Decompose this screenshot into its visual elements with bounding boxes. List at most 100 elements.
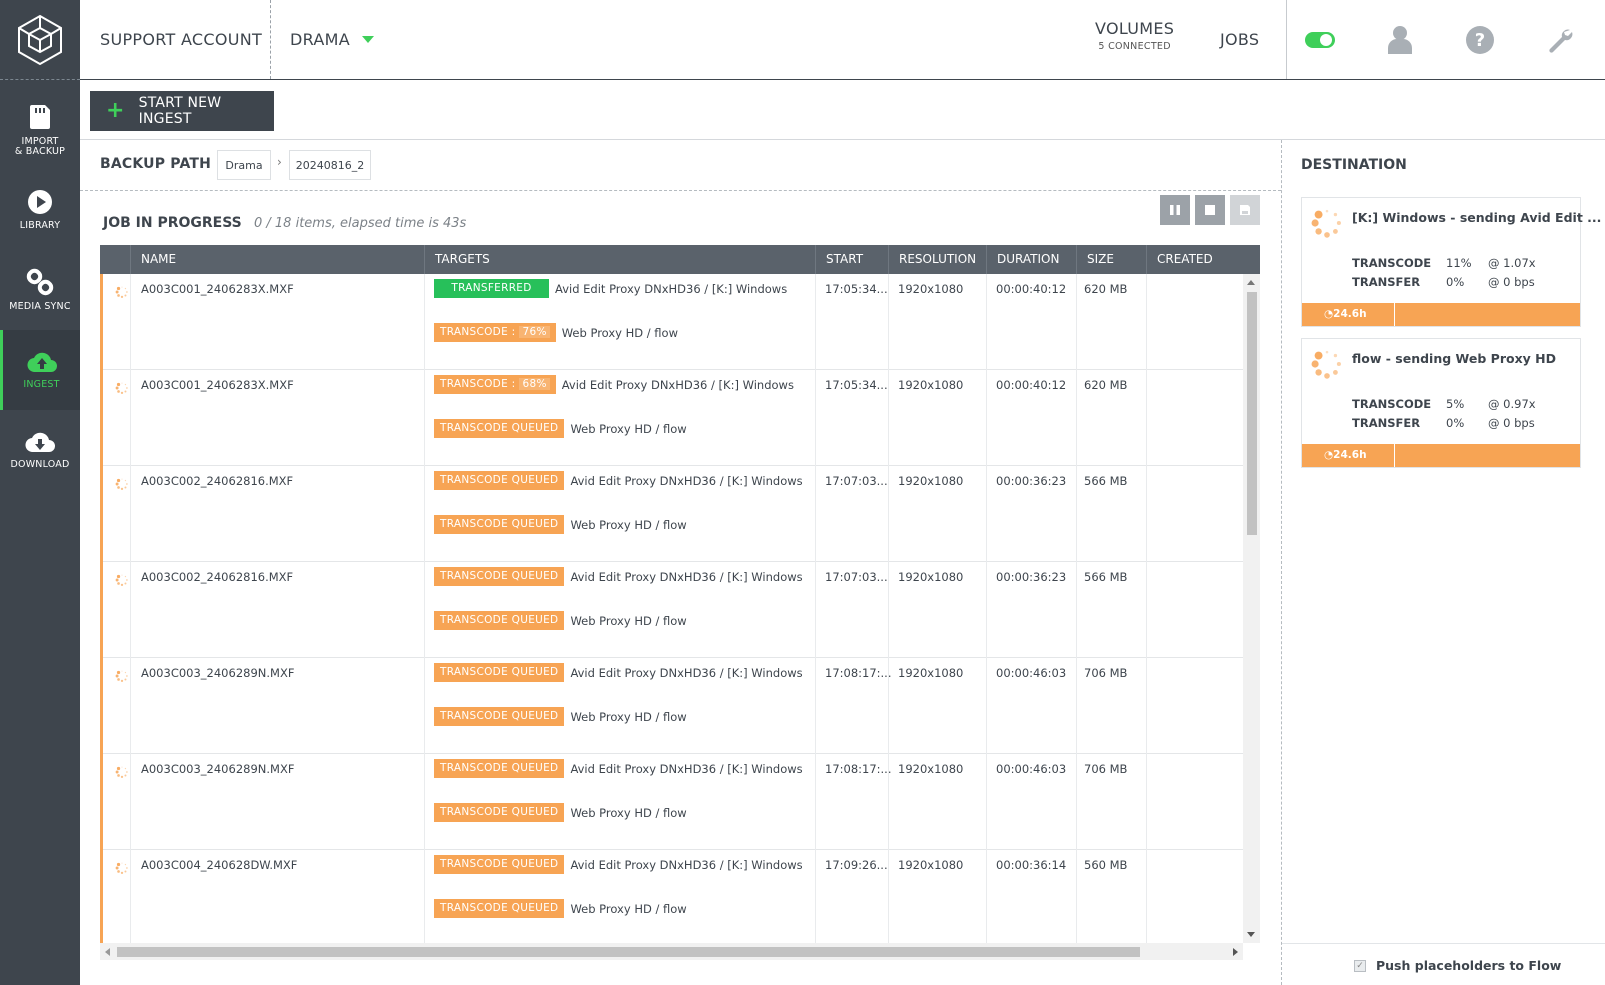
- file-name: A003C003_2406289N.MXF: [141, 762, 295, 776]
- loading-spinner-icon: [115, 286, 128, 299]
- checkbox[interactable]: ✓: [1354, 959, 1366, 972]
- column-divider: [888, 274, 889, 370]
- cell-duration: 00:00:36:23: [996, 474, 1067, 488]
- column-header-created[interactable]: CREATED: [1146, 245, 1260, 274]
- toggle-switch[interactable]: [1302, 22, 1338, 58]
- file-name: A003C001_2406283X.MXF: [141, 282, 294, 296]
- breadcrumb-item[interactable]: 20240816_2: [289, 150, 371, 180]
- badge-text: TRANSCODE QUEUED: [440, 570, 559, 582]
- divider: [1394, 444, 1395, 467]
- nav-download[interactable]: DOWNLOAD: [0, 410, 80, 490]
- scrollbar-thumb[interactable]: [1247, 292, 1257, 535]
- loading-spinner-icon: [115, 670, 128, 683]
- scroll-left-icon[interactable]: [105, 948, 110, 956]
- table-row[interactable]: A003C001_2406283X.MXF TRANSFERRED Avid Edi…: [103, 274, 1243, 370]
- column-divider: [986, 562, 987, 658]
- table-row[interactable]: A003C002_24062816.MXF TRANSCODE QUEUED Avi…: [103, 562, 1243, 658]
- job-table: NAME TARGETS START RESOLUTION DURATION S…: [100, 245, 1260, 963]
- table-row[interactable]: A003C003_2406289N.MXF TRANSCODE QUEUED Avi…: [103, 658, 1243, 754]
- stop-button[interactable]: [1195, 195, 1225, 225]
- target-item: TRANSCODE QUEUED Web Proxy HD / flow: [434, 707, 687, 726]
- scroll-up-icon[interactable]: [1247, 280, 1255, 285]
- cell-size: 706 MB: [1084, 762, 1128, 776]
- column-divider: [1076, 562, 1077, 658]
- app-logo[interactable]: [0, 0, 80, 80]
- pause-icon: [1170, 205, 1180, 215]
- push-placeholders-option[interactable]: ✓ Push placeholders to Flow: [1354, 958, 1561, 973]
- column-divider: [1076, 658, 1077, 754]
- breadcrumb-item[interactable]: Drama: [217, 150, 271, 180]
- column-divider: [986, 370, 987, 466]
- target-label: Avid Edit Proxy DNxHD36 / [K:] Windows: [570, 761, 803, 776]
- table-row[interactable]: A003C004_240628DW.MXF TRANSCODE QUEUED Avi…: [103, 850, 1243, 943]
- divider: [1286, 0, 1287, 79]
- column-header-size[interactable]: SIZE: [1076, 245, 1146, 274]
- nav-library[interactable]: LIBRARY: [0, 170, 80, 250]
- destination-title: DESTINATION: [1301, 157, 1407, 173]
- table-row[interactable]: A003C003_2406289N.MXF TRANSCODE QUEUED Avi…: [103, 754, 1243, 850]
- column-header-resolution[interactable]: RESOLUTION: [888, 245, 986, 274]
- start-new-ingest-button[interactable]: + START NEW INGEST: [90, 91, 274, 131]
- nav-media-sync[interactable]: MEDIA SYNC: [0, 250, 80, 330]
- divider: [1281, 140, 1282, 985]
- target-label: Web Proxy HD / flow: [570, 517, 687, 532]
- column-header-status: [100, 245, 130, 274]
- transcode-percent: 11%: [1446, 256, 1472, 270]
- target-label: Avid Edit Proxy DNxHD36 / [K:] Windows: [561, 377, 794, 392]
- account-name[interactable]: SUPPORT ACCOUNT: [100, 30, 262, 49]
- settings-button[interactable]: [1542, 22, 1578, 58]
- destination-progress-bar: ◔24.6h: [1302, 444, 1580, 467]
- cell-start: 17:05:34...: [825, 378, 888, 392]
- target-status-badge: TRANSCODE QUEUED: [434, 471, 565, 490]
- column-divider: [130, 850, 131, 943]
- destination-card[interactable]: flow - sending Web Proxy HD TRANSCODE 5% @ …: [1301, 338, 1581, 468]
- file-name: A003C002_24062816.MXF: [141, 570, 294, 584]
- target-status-badge: TRANSCODE QUEUED: [434, 663, 565, 682]
- column-divider: [1076, 466, 1077, 562]
- target-status-badge: TRANSCODE QUEUED: [434, 419, 565, 438]
- pause-button[interactable]: [1160, 195, 1190, 225]
- nav-ingest[interactable]: INGEST: [0, 330, 80, 410]
- scroll-right-icon[interactable]: [1233, 948, 1238, 956]
- target-item: TRANSCODE QUEUED Web Proxy HD / flow: [434, 419, 687, 438]
- cell-resolution: 1920x1080: [898, 666, 964, 680]
- column-header-duration[interactable]: DURATION: [986, 245, 1076, 274]
- column-divider: [815, 274, 816, 370]
- target-label: Web Proxy HD / flow: [570, 421, 687, 436]
- scrollbar-thumb[interactable]: [117, 947, 1140, 957]
- badge-text: TRANSCODE QUEUED: [440, 422, 559, 434]
- save-button[interactable]: [1230, 195, 1260, 225]
- progress-percent: 68%: [519, 378, 550, 390]
- scroll-down-icon[interactable]: [1247, 932, 1255, 937]
- eta-text: ◔24.6h: [1324, 308, 1367, 320]
- target-status-badge: TRANSCODE QUEUED: [434, 855, 565, 874]
- target-item: TRANSCODE QUEUED Web Proxy HD / flow: [434, 611, 687, 630]
- column-header-name[interactable]: NAME: [130, 245, 424, 274]
- transfer-percent: 0%: [1446, 416, 1465, 430]
- column-divider: [815, 754, 816, 850]
- column-divider: [986, 466, 987, 562]
- nav-import-backup[interactable]: IMPORT & BACKUP: [0, 90, 80, 170]
- help-button[interactable]: ?: [1462, 22, 1498, 58]
- loading-spinner-icon: [1311, 209, 1341, 238]
- table-row[interactable]: A003C001_2406283X.MXF TRANSCODE :68% Avid …: [103, 370, 1243, 466]
- column-header-start[interactable]: START: [815, 245, 888, 274]
- horizontal-scrollbar[interactable]: [100, 943, 1243, 960]
- eta-text: ◔24.6h: [1324, 449, 1367, 461]
- column-divider: [888, 466, 889, 562]
- column-divider: [815, 370, 816, 466]
- project-selector[interactable]: DRAMA: [290, 30, 374, 49]
- column-divider: [1146, 754, 1147, 850]
- vertical-scrollbar[interactable]: [1243, 274, 1260, 943]
- column-header-targets[interactable]: TARGETS: [424, 245, 815, 274]
- loading-spinner-icon: [115, 382, 128, 395]
- user-button[interactable]: [1382, 22, 1418, 58]
- jobs-menu[interactable]: JOBS: [1220, 30, 1259, 49]
- target-item: TRANSCODE QUEUED Web Proxy HD / flow: [434, 515, 687, 534]
- divider: [1282, 943, 1605, 944]
- target-label: Avid Edit Proxy DNxHD36 / [K:] Windows: [570, 569, 803, 584]
- destination-card[interactable]: [K:] Windows - sending Avid Edit ... TRAN…: [1301, 197, 1601, 327]
- table-row[interactable]: A003C002_24062816.MXF TRANSCODE QUEUED Avi…: [103, 466, 1243, 562]
- cell-start: 17:07:03...: [825, 570, 888, 584]
- volumes-menu[interactable]: VOLUMES 5 CONNECTED: [1095, 19, 1174, 52]
